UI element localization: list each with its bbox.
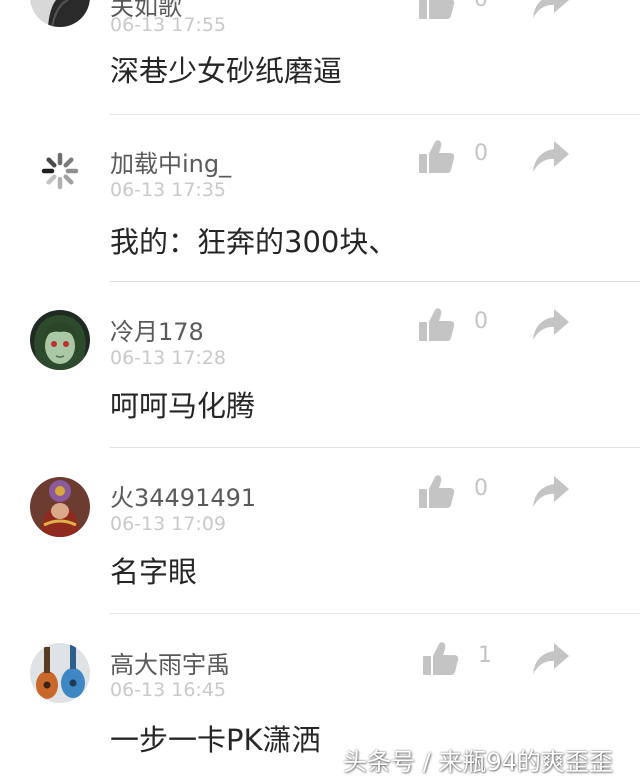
comment-item: 关如歌 06-13 17:55 深巷少女砂纸磨逼 0	[0, 0, 640, 115]
username[interactable]: 火34491491	[110, 478, 256, 513]
comment-text: 深巷少女砂纸磨逼	[110, 54, 343, 88]
username[interactable]: 冷月178	[110, 312, 204, 347]
thumbs-up-icon	[419, 0, 455, 19]
like-count: 1	[478, 643, 492, 668]
share-button[interactable]	[532, 641, 570, 677]
comment-time: 06-13 16:45	[110, 679, 227, 701]
share-arrow-icon	[533, 476, 569, 507]
comment-text: 呵呵马化腾	[110, 389, 256, 423]
like-button[interactable]: 1	[422, 639, 502, 679]
ukulele-avatar-icon	[30, 643, 90, 703]
thumbs-up-icon	[419, 140, 455, 173]
comment-time: 06-13 17:55	[110, 14, 227, 36]
comment-time: 06-13 17:28	[110, 347, 227, 369]
watermark: 头条号 / 来瓶94的爽歪歪	[343, 748, 613, 776]
like-button[interactable]: 0	[418, 305, 498, 345]
share-button[interactable]	[532, 139, 570, 175]
share-button[interactable]	[532, 474, 570, 510]
like-count: 0	[474, 309, 488, 334]
hero-avatar-icon	[30, 477, 90, 537]
avatar[interactable]	[30, 0, 90, 27]
username[interactable]: 高大雨宇禹	[110, 645, 230, 680]
thumbs-up-icon	[423, 642, 459, 675]
comment-text: 一步一卡PK潇洒	[110, 723, 321, 757]
like-button[interactable]: 0	[418, 0, 498, 23]
like-count: 0	[474, 141, 488, 166]
comment-text: 我的：狂奔的300块、	[110, 225, 398, 259]
avatar[interactable]	[30, 141, 90, 201]
share-button[interactable]	[532, 307, 570, 343]
comment-time: 06-13 17:35	[110, 179, 227, 201]
thumbs-up-icon	[419, 475, 455, 508]
share-arrow-icon	[533, 643, 569, 674]
comment-item: 火34491491 06-13 17:09 名字眼 0	[0, 448, 640, 614]
share-arrow-icon	[533, 309, 569, 340]
avatar[interactable]	[30, 477, 90, 537]
share-arrow-icon	[533, 0, 569, 18]
comment-item: 冷月178 06-13 17:28 呵呵马化腾 0	[0, 282, 640, 448]
anime-girl-avatar-icon	[30, 310, 90, 370]
like-count: 0	[474, 0, 488, 12]
thumbs-up-icon	[419, 308, 455, 341]
like-button[interactable]: 0	[418, 137, 498, 177]
avatar[interactable]	[30, 643, 90, 703]
avatar-photo-icon	[30, 0, 90, 27]
comment-time: 06-13 17:09	[110, 513, 227, 535]
loading-spinner-icon	[30, 141, 90, 201]
like-button[interactable]: 0	[418, 472, 498, 512]
comment-text: 名字眼	[110, 555, 198, 589]
share-button[interactable]	[532, 0, 570, 21]
share-arrow-icon	[533, 141, 569, 172]
username[interactable]: 加载中ing_	[110, 144, 231, 179]
like-count: 0	[474, 476, 488, 501]
avatar[interactable]	[30, 310, 90, 370]
comment-item: 加载中ing_ 06-13 17:35 我的：狂奔的300块、 0	[0, 115, 640, 282]
